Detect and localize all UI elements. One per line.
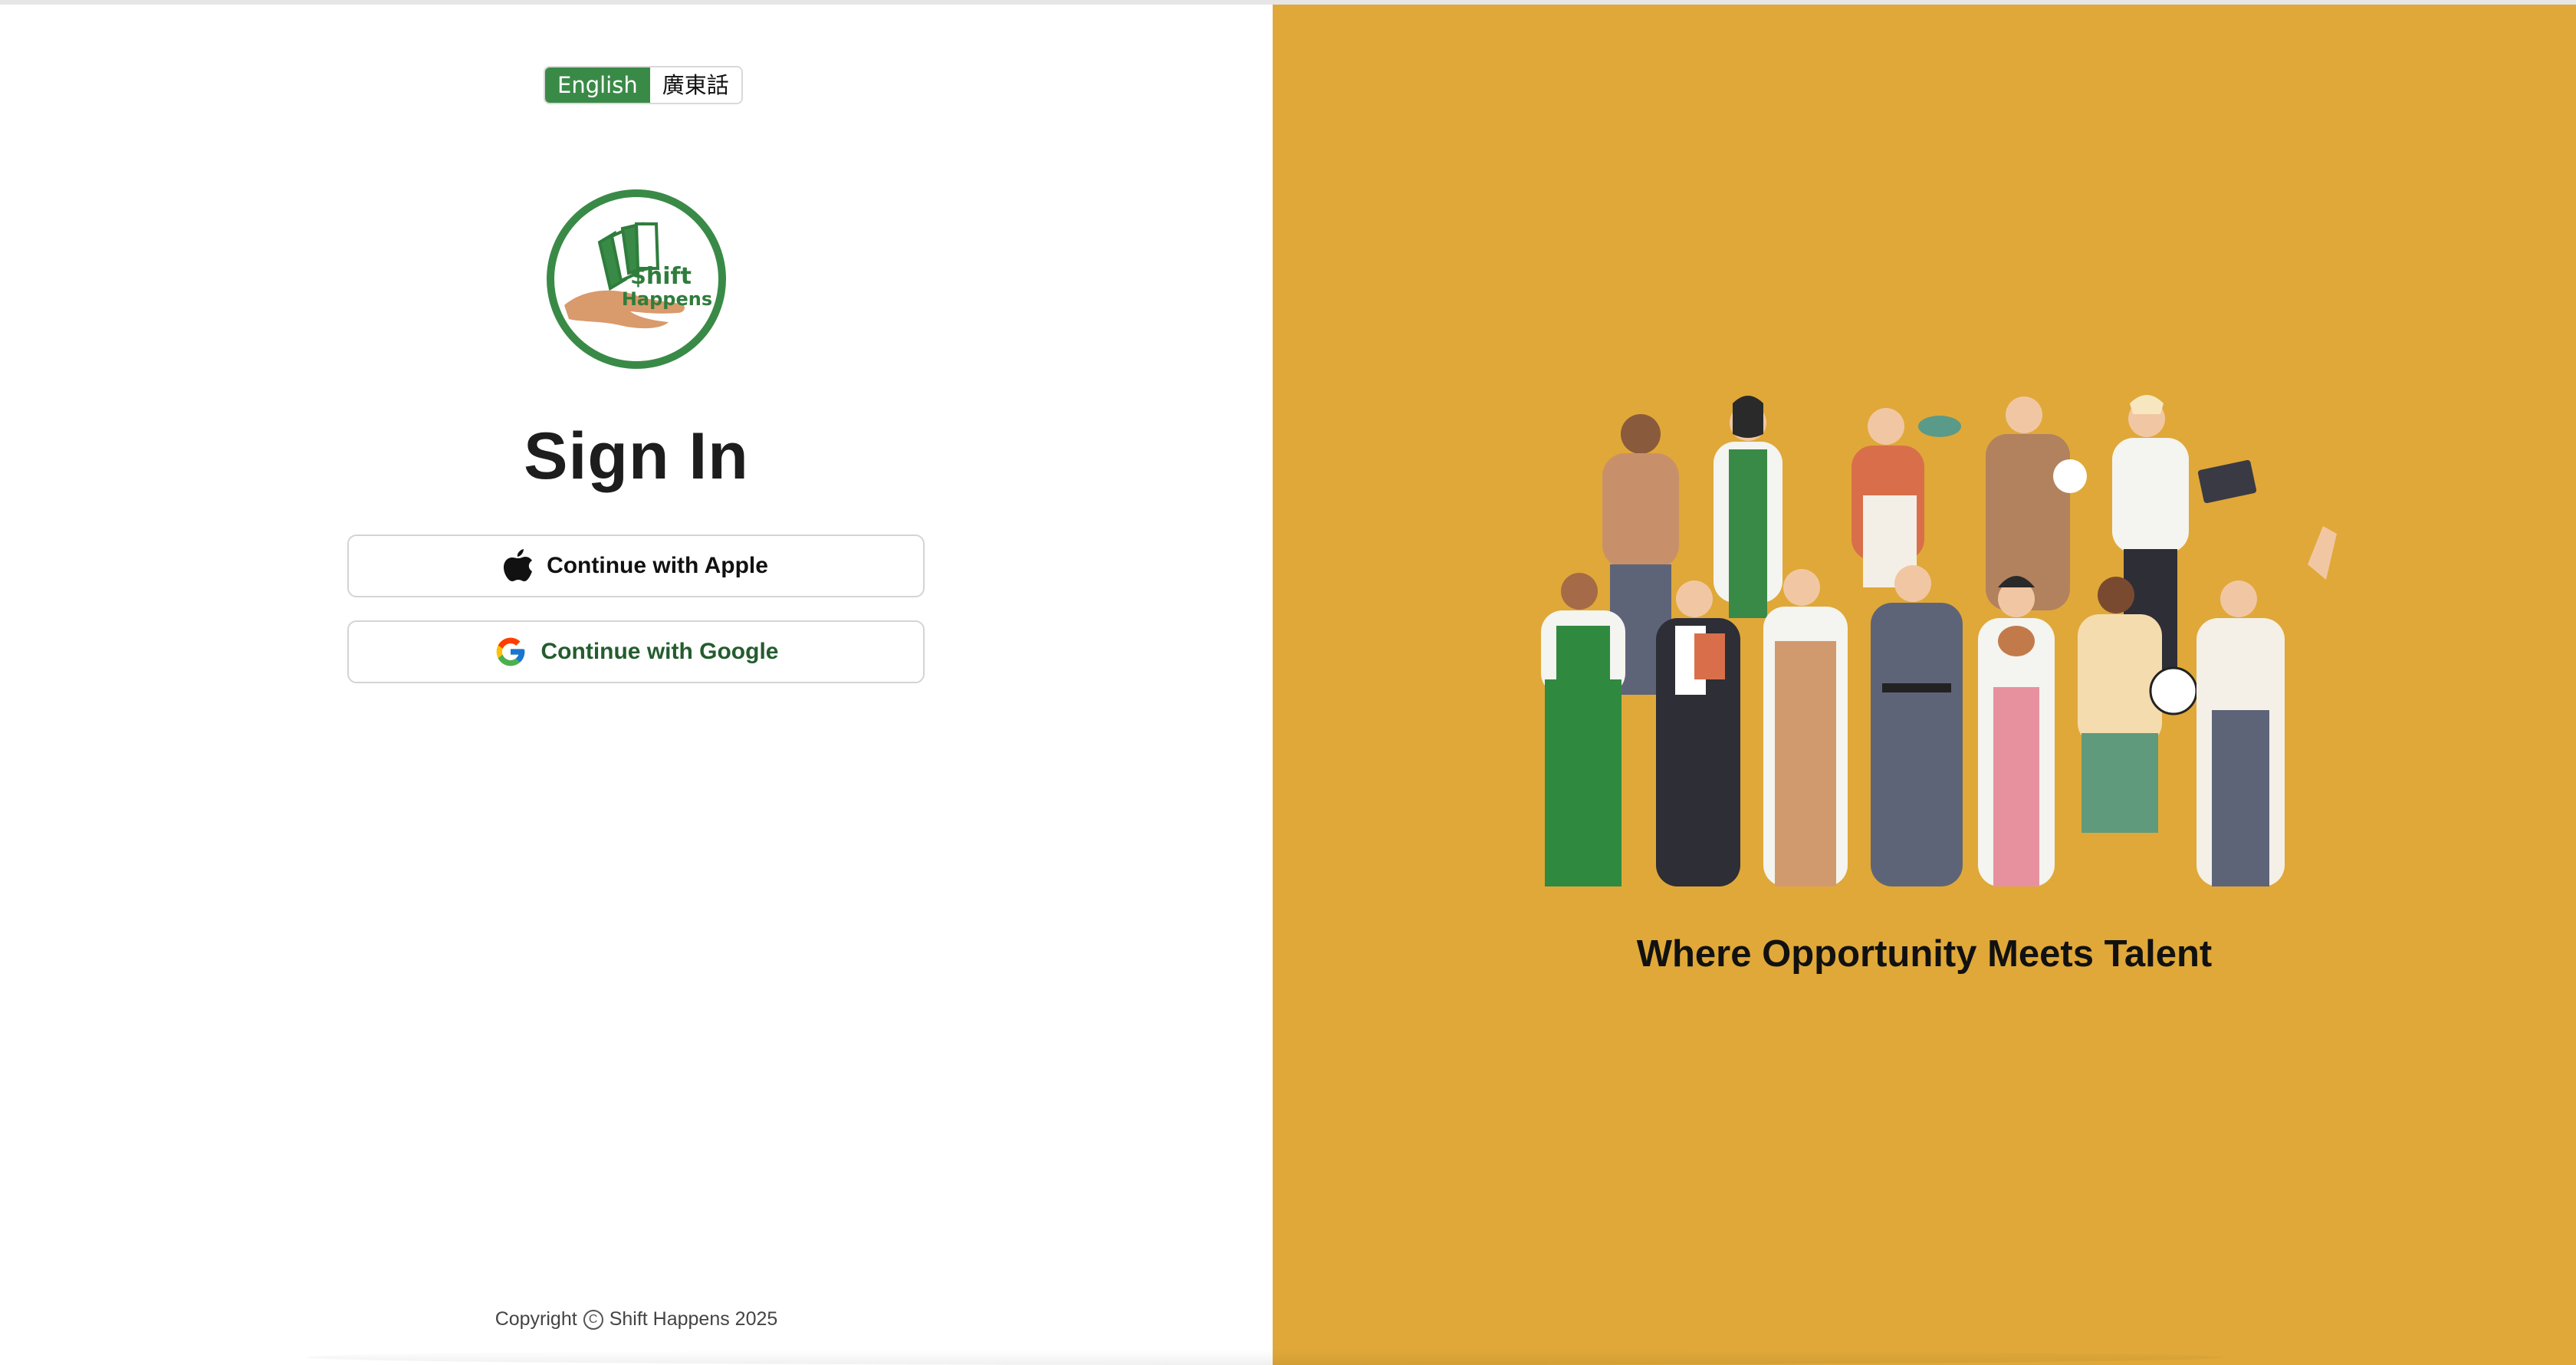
apple-button-label: Continue with Apple xyxy=(547,553,768,578)
copyright-icon: C xyxy=(583,1309,603,1330)
promo-panel: Where Opportunity Meets Talent xyxy=(1273,5,2576,1365)
logo-text-happens: Happens xyxy=(622,288,712,310)
lang-cantonese-button[interactable]: 廣東話 xyxy=(649,67,741,103)
google-icon xyxy=(494,635,527,669)
copyright-prefix: Copyright xyxy=(495,1308,577,1330)
workers-group-illustration xyxy=(1464,380,2415,886)
promo-tagline: Where Opportunity Meets Talent xyxy=(1636,933,2213,975)
app-logo: $hift Happens xyxy=(546,189,727,370)
logo-text-shift: $hift xyxy=(630,263,692,290)
apple-icon xyxy=(504,549,533,583)
google-button-label: Continue with Google xyxy=(540,639,779,664)
continue-with-google-button[interactable]: Continue with Google xyxy=(347,620,925,683)
language-switcher: English 廣東話 xyxy=(544,66,743,104)
copyright-holder: Shift Happens 2025 xyxy=(609,1308,778,1330)
continue-with-apple-button[interactable]: Continue with Apple xyxy=(347,534,925,597)
lang-english-button[interactable]: English xyxy=(545,67,650,103)
signin-panel: English 廣東話 $hift Happens Sign In Contin… xyxy=(0,5,1273,1365)
page-title: Sign In xyxy=(524,419,749,493)
copyright-footer: Copyright C Shift Happens 2025 xyxy=(0,1308,1273,1330)
